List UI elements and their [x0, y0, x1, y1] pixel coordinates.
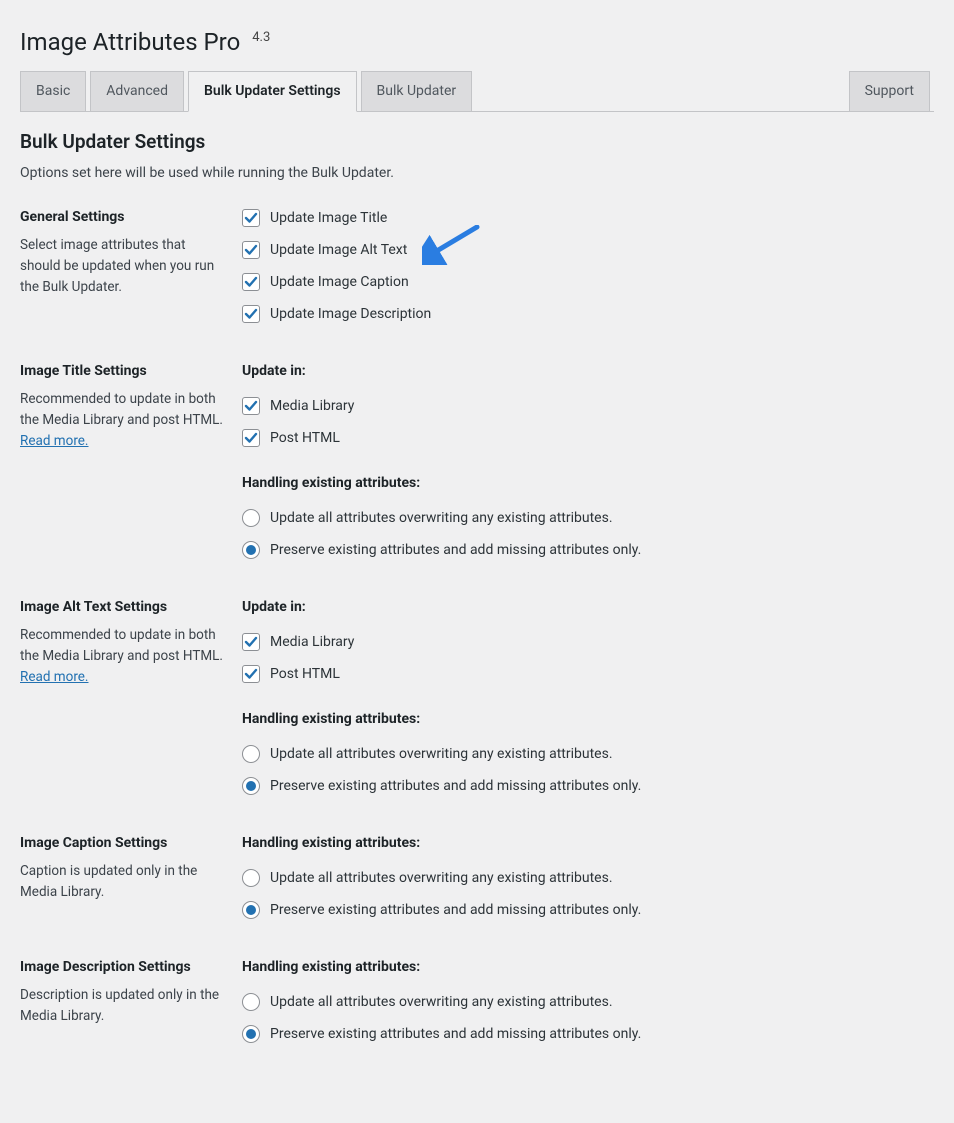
- radio-icon: [242, 1025, 260, 1043]
- opt-description-preserve[interactable]: Preserve existing attributes and add mis…: [242, 1025, 934, 1043]
- radio-icon: [242, 993, 260, 1011]
- row-image-title-settings: Image Title Settings Recommended to upda…: [20, 363, 934, 599]
- opt-alt-preserve[interactable]: Preserve existing attributes and add mis…: [242, 777, 934, 795]
- radio-icon: [242, 541, 260, 559]
- opt-alt-overwrite[interactable]: Update all attributes overwriting any ex…: [242, 745, 934, 763]
- tab-bar: Basic Advanced Bulk Updater Settings Bul…: [20, 70, 934, 112]
- opt-label: Update Image Caption: [270, 274, 409, 290]
- title-title: Image Title Settings: [20, 363, 226, 379]
- opt-alt-post-html[interactable]: Post HTML: [242, 665, 934, 683]
- general-options: Update Image Title Update Image Alt Text…: [242, 209, 934, 323]
- opt-caption-overwrite[interactable]: Update all attributes overwriting any ex…: [242, 869, 934, 887]
- opt-update-description[interactable]: Update Image Description: [242, 305, 934, 323]
- read-more-link[interactable]: Read more.: [20, 669, 89, 685]
- opt-label: Preserve existing attributes and add mis…: [270, 1026, 641, 1042]
- opt-label: Update all attributes overwriting any ex…: [270, 994, 613, 1010]
- tab-bulk-updater[interactable]: Bulk Updater: [361, 71, 473, 112]
- checkbox-icon: [242, 429, 260, 447]
- opt-label: Update all attributes overwriting any ex…: [270, 746, 613, 762]
- row-image-caption-settings: Image Caption Settings Caption is update…: [20, 835, 934, 959]
- opt-caption-preserve[interactable]: Preserve existing attributes and add mis…: [242, 901, 934, 919]
- row-general-settings: General Settings Select image attributes…: [20, 209, 934, 363]
- title-update-in-group: Update in: Media Library Post HTML: [242, 363, 934, 447]
- opt-title-preserve[interactable]: Preserve existing attributes and add mis…: [242, 541, 934, 559]
- title-desc-text: Recommended to update in both the Media …: [20, 391, 223, 428]
- opt-update-caption[interactable]: Update Image Caption: [242, 273, 934, 291]
- page-title-text: Image Attributes Pro: [20, 28, 240, 56]
- alt-title: Image Alt Text Settings: [20, 599, 226, 615]
- checkbox-icon: [242, 305, 260, 323]
- opt-label: Update all attributes overwriting any ex…: [270, 870, 613, 886]
- opt-label: Preserve existing attributes and add mis…: [270, 902, 641, 918]
- alt-desc: Recommended to update in both the Media …: [20, 625, 226, 688]
- checkbox-icon: [242, 209, 260, 227]
- checkbox-icon: [242, 273, 260, 291]
- alt-update-in-label: Update in:: [242, 599, 934, 615]
- opt-label: Preserve existing attributes and add mis…: [270, 542, 641, 558]
- radio-icon: [242, 777, 260, 795]
- alt-handling-group: Handling existing attributes: Update all…: [242, 711, 934, 795]
- tab-advanced[interactable]: Advanced: [90, 71, 184, 112]
- radio-icon: [242, 901, 260, 919]
- alt-update-in-group: Update in: Media Library Post HTML: [242, 599, 934, 683]
- page-version: 4.3: [252, 30, 270, 45]
- section-heading: Bulk Updater Settings: [20, 130, 934, 153]
- opt-label: Update all attributes overwriting any ex…: [270, 510, 613, 526]
- opt-title-media-library[interactable]: Media Library: [242, 397, 934, 415]
- checkbox-icon: [242, 633, 260, 651]
- title-handling-group: Handling existing attributes: Update all…: [242, 475, 934, 559]
- tab-support[interactable]: Support: [849, 71, 930, 112]
- checkbox-icon: [242, 665, 260, 683]
- caption-desc: Caption is updated only in the Media Lib…: [20, 861, 226, 903]
- title-handling-label: Handling existing attributes:: [242, 475, 934, 491]
- alt-desc-text: Recommended to update in both the Media …: [20, 627, 223, 664]
- opt-label: Update Image Description: [270, 306, 431, 322]
- title-desc: Recommended to update in both the Media …: [20, 389, 226, 452]
- row-image-alt-settings: Image Alt Text Settings Recommended to u…: [20, 599, 934, 835]
- page-title: Image Attributes Pro 4.3: [20, 28, 934, 56]
- section-description: Options set here will be used while runn…: [20, 165, 934, 181]
- general-title: General Settings: [20, 209, 226, 225]
- caption-handling-label: Handling existing attributes:: [242, 835, 934, 851]
- settings-page: Image Attributes Pro 4.3 Basic Advanced …: [0, 0, 954, 1123]
- read-more-link[interactable]: Read more.: [20, 433, 89, 449]
- caption-handling-group: Handling existing attributes: Update all…: [242, 835, 934, 919]
- caption-title: Image Caption Settings: [20, 835, 226, 851]
- radio-icon: [242, 509, 260, 527]
- opt-update-title[interactable]: Update Image Title: [242, 209, 934, 227]
- opt-label: Post HTML: [270, 666, 340, 682]
- radio-icon: [242, 745, 260, 763]
- opt-label: Media Library: [270, 398, 354, 414]
- opt-alt-media-library[interactable]: Media Library: [242, 633, 934, 651]
- opt-description-overwrite[interactable]: Update all attributes overwriting any ex…: [242, 993, 934, 1011]
- description-title: Image Description Settings: [20, 959, 226, 975]
- description-handling-label: Handling existing attributes:: [242, 959, 934, 975]
- opt-label: Media Library: [270, 634, 354, 650]
- general-desc: Select image attributes that should be u…: [20, 235, 226, 298]
- description-handling-group: Handling existing attributes: Update all…: [242, 959, 934, 1043]
- title-update-in-label: Update in:: [242, 363, 934, 379]
- opt-label: Update Image Title: [270, 210, 387, 226]
- tab-basic[interactable]: Basic: [20, 71, 86, 112]
- opt-label: Preserve existing attributes and add mis…: [270, 778, 641, 794]
- description-desc: Description is updated only in the Media…: [20, 985, 226, 1027]
- alt-handling-label: Handling existing attributes:: [242, 711, 934, 727]
- radio-icon: [242, 869, 260, 887]
- opt-label: Update Image Alt Text: [270, 242, 407, 258]
- tab-bulk-updater-settings[interactable]: Bulk Updater Settings: [188, 71, 357, 112]
- checkbox-icon: [242, 397, 260, 415]
- settings-table: General Settings Select image attributes…: [20, 209, 934, 1083]
- row-image-description-settings: Image Description Settings Description i…: [20, 959, 934, 1083]
- opt-label: Post HTML: [270, 430, 340, 446]
- checkbox-icon: [242, 241, 260, 259]
- opt-update-alt[interactable]: Update Image Alt Text: [242, 241, 934, 259]
- opt-title-overwrite[interactable]: Update all attributes overwriting any ex…: [242, 509, 934, 527]
- opt-title-post-html[interactable]: Post HTML: [242, 429, 934, 447]
